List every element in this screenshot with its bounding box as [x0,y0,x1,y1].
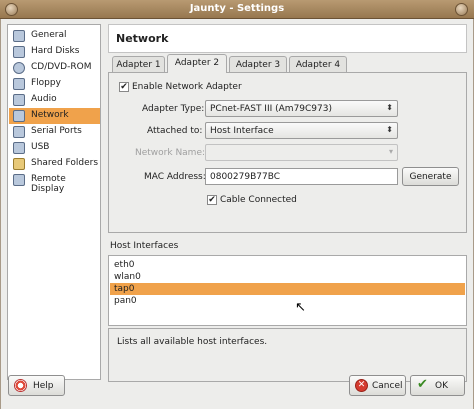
sidebar-item-cdrom[interactable]: CD/DVD-ROM [9,60,100,76]
lifebuoy-icon [14,379,27,392]
sidebar-item-label: General [31,30,67,40]
sidebar-item-label: Remote Display [31,174,66,194]
generate-label: Generate [409,172,452,182]
list-item-selected[interactable]: tap0 [110,283,465,295]
help-label: Help [33,381,54,391]
sidebar: General Hard Disks CD/DVD-ROM Floppy Aud… [7,24,101,380]
mac-address-label: MAC Address: [144,172,206,182]
list-item[interactable]: wlan0 [110,271,465,283]
sidebar-item-general[interactable]: General [9,28,100,44]
tab-adapter-2[interactable]: Adapter 2 [167,54,227,73]
tab-adapter-1[interactable]: Adapter 1 [112,56,165,72]
sidebar-item-label: Shared Folders [31,158,99,168]
help-button[interactable]: Help [8,375,65,396]
cancel-icon: ✕ [355,379,368,392]
sidebar-item-usb[interactable]: USB [9,140,100,156]
sidebar-item-serial-ports[interactable]: Serial Ports [9,124,100,140]
page-header: Network [108,24,467,53]
shared-folder-icon [13,158,25,170]
sidebar-item-remote-display[interactable]: Remote Display [9,172,100,194]
host-interfaces-list[interactable]: eth0 wlan0 tap0 pan0 [108,255,467,326]
description-box: Lists all available host interfaces. [108,328,467,382]
usb-icon [13,142,25,154]
list-item[interactable]: pan0 [110,295,465,307]
cable-connected-label: Cable Connected [220,195,297,205]
title-bar: Jaunty - Settings [0,0,474,19]
sidebar-item-hard-disks[interactable]: Hard Disks [9,44,100,60]
attached-to-value: Host Interface [210,126,274,136]
hard-disk-icon [13,46,25,58]
tab-label: Adapter 3 [235,60,281,70]
check-icon: ✔ [417,377,428,392]
floppy-icon [13,78,25,90]
tab-adapter-3[interactable]: Adapter 3 [229,56,287,72]
sidebar-item-network[interactable]: Network [9,108,100,124]
sidebar-item-label: Serial Ports [31,126,82,136]
network-name-combo[interactable]: ▾ [205,144,398,161]
sidebar-item-audio[interactable]: Audio [9,92,100,108]
sidebar-item-label: USB [31,142,50,152]
sidebar-item-label: CD/DVD-ROM [31,62,92,72]
serial-port-icon [13,126,25,138]
cancel-button[interactable]: ✕ Cancel [349,375,406,396]
description-text: Lists all available host interfaces. [117,337,268,347]
cancel-label: Cancel [372,381,403,391]
attached-to-select[interactable]: Host Interface ⬍ [205,122,398,139]
network-name-label: Network Name: [135,148,206,158]
list-item[interactable]: eth0 [110,259,465,271]
list-item-label: eth0 [114,260,135,270]
window-title: Jaunty - Settings [189,3,285,14]
close-window-button[interactable] [455,3,468,16]
sidebar-item-shared-folders[interactable]: Shared Folders [9,156,100,172]
mouse-cursor-icon: ↖ [295,300,306,315]
chevron-down-icon: ▾ [388,147,393,156]
settings-window: General Hard Disks CD/DVD-ROM Floppy Aud… [0,19,474,409]
tab-label: Adapter 2 [174,58,220,68]
mac-address-field[interactable] [205,168,398,185]
tab-label: Adapter 4 [295,60,341,70]
generate-button[interactable]: Generate [402,167,459,186]
list-item-label: wlan0 [114,272,141,282]
tab-label: Adapter 1 [116,60,161,70]
adapter-type-select[interactable]: PCnet-FAST III (Am79C973) ⬍ [205,100,398,117]
sidebar-item-label: Network [31,110,69,120]
sidebar-item-label: Hard Disks [31,46,80,56]
cable-connected-checkbox[interactable]: ✔ [207,195,217,205]
network-icon [13,110,25,122]
sidebar-item-label: Audio [31,94,57,104]
adapter-type-value: PCnet-FAST III (Am79C973) [210,104,332,114]
list-item-label: tap0 [114,284,135,294]
ok-button[interactable]: ✔ OK [410,375,465,396]
up-down-arrows-icon: ⬍ [386,125,393,134]
adapter-type-label: Adapter Type: [142,104,205,114]
tab-adapter-4[interactable]: Adapter 4 [289,56,347,72]
cdrom-icon [13,62,25,74]
sidebar-item-label: Floppy [31,78,61,88]
ok-label: OK [435,381,448,391]
host-interfaces-label: Host Interfaces [110,241,179,251]
enable-adapter-checkbox[interactable]: ✔ [119,82,129,92]
audio-icon [13,94,25,106]
enable-adapter-label: Enable Network Adapter [132,82,242,92]
page-title: Network [116,32,169,45]
attached-to-label: Attached to: [147,126,203,136]
list-item-label: pan0 [114,296,137,306]
sidebar-item-floppy[interactable]: Floppy [9,76,100,92]
general-icon [13,30,25,42]
mac-address-input[interactable] [206,169,397,184]
remote-display-icon [13,174,25,186]
up-down-arrows-icon: ⬍ [386,103,393,112]
